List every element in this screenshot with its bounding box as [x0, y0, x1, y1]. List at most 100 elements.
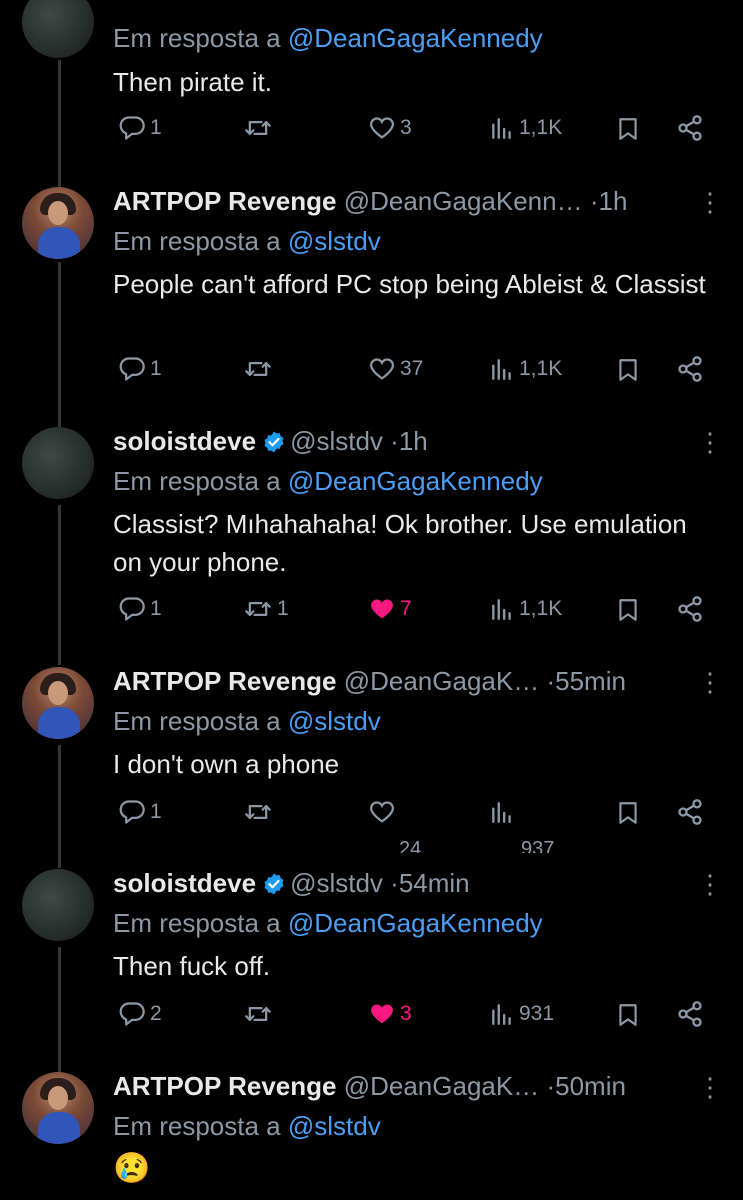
timestamp[interactable]: 1h — [399, 426, 428, 456]
reply-context: Em resposta a @slstdv — [113, 705, 381, 737]
views-icon — [492, 802, 511, 823]
views-button[interactable]: 1,1K — [489, 114, 562, 142]
repost-count: 1 — [277, 597, 289, 620]
user-handle[interactable]: @DeanGagaK… — [344, 1071, 540, 1101]
more-options-icon[interactable]: ⋮ — [697, 869, 723, 899]
tweet-header: ARTPOP Revenge @DeanGagaK… ·50min — [113, 1070, 626, 1102]
repost-button[interactable]: 1 — [243, 595, 289, 623]
more-options-icon[interactable]: ⋮ — [697, 427, 723, 457]
repost-icon — [245, 121, 271, 135]
user-handle[interactable]: @DeanGagaK… — [344, 666, 540, 696]
more-options-icon[interactable]: ⋮ — [697, 667, 723, 697]
reply-prefix: Em resposta a — [113, 1111, 281, 1141]
avatar[interactable] — [22, 869, 94, 941]
reply-count: 2 — [150, 1002, 162, 1025]
more-options-icon[interactable]: ⋮ — [697, 187, 723, 217]
reply-prefix: Em resposta a — [113, 466, 281, 496]
view-count: 1,1K — [519, 116, 563, 139]
reply-mention-link[interactable]: @slstdv — [288, 1111, 381, 1141]
like-count: 3 — [400, 116, 412, 139]
reply-prefix: Em resposta a — [113, 226, 281, 256]
bookmark-button[interactable] — [615, 114, 641, 144]
view-count: 931 — [519, 1002, 555, 1025]
share-icon — [678, 356, 702, 382]
bookmark-button[interactable] — [615, 355, 641, 385]
display-name[interactable]: soloistdeve — [113, 868, 256, 898]
share-button[interactable] — [676, 798, 704, 826]
reply-context: Em resposta a @DeanGagaKennedy — [113, 22, 543, 54]
tweet-text: Classist? Mıhahahaha! Ok brother. Use em… — [113, 509, 687, 577]
display-name[interactable]: ARTPOP Revenge — [113, 1071, 336, 1101]
more-options-icon[interactable]: ⋮ — [697, 1072, 723, 1102]
display-name[interactable]: ARTPOP Revenge — [113, 186, 336, 216]
share-button[interactable] — [676, 114, 704, 142]
separator-dot: · — [589, 186, 599, 216]
display-name[interactable]: soloistdeve — [113, 426, 256, 456]
heart-filled-icon — [371, 599, 393, 619]
reply-button[interactable]: 1 — [118, 114, 162, 142]
like-button[interactable]: 3 — [368, 114, 412, 142]
bookmark-icon — [619, 1004, 637, 1026]
reply-button[interactable]: 1 — [118, 798, 162, 826]
avatar[interactable] — [22, 427, 94, 499]
repost-button[interactable] — [243, 798, 277, 826]
separator-dot: · — [390, 426, 399, 456]
like-button[interactable]: 3 — [368, 1000, 412, 1028]
timestamp[interactable]: 55min — [555, 666, 626, 696]
reply-mention-link[interactable]: @DeanGagaKennedy — [288, 23, 543, 53]
reply-mention-link[interactable]: @slstdv — [288, 706, 381, 736]
avatar[interactable] — [22, 667, 94, 739]
user-handle[interactable]: @slstdv — [290, 426, 383, 456]
repost-icon — [245, 602, 271, 616]
bookmark-button[interactable] — [615, 798, 641, 828]
like-button[interactable]: 7 — [368, 595, 412, 623]
timestamp[interactable]: 50min — [555, 1071, 626, 1101]
views-icon — [492, 599, 511, 620]
reply-mention-link[interactable]: @DeanGagaKennedy — [288, 466, 543, 496]
reply-count: 1 — [150, 800, 162, 823]
reply-context: Em resposta a @DeanGagaKennedy — [113, 465, 543, 497]
tweet-text: Then pirate it. — [113, 67, 272, 97]
like-count: 3 — [400, 1002, 412, 1025]
like-count: 24 — [399, 841, 422, 853]
bookmark-button[interactable] — [615, 1000, 641, 1030]
reply-prefix: Em resposta a — [113, 908, 281, 938]
like-button[interactable] — [368, 798, 396, 826]
like-count: 37 — [400, 357, 424, 380]
timestamp[interactable]: 54min — [399, 868, 470, 898]
views-button[interactable]: 1,1K — [489, 595, 562, 623]
repost-button[interactable] — [243, 355, 277, 383]
reply-context: Em resposta a @DeanGagaKennedy — [113, 907, 543, 939]
reply-button[interactable]: 1 — [118, 595, 162, 623]
reply-mention-link[interactable]: @DeanGagaKennedy — [288, 908, 543, 938]
views-button[interactable]: 1,1K — [489, 355, 562, 383]
repost-button[interactable] — [243, 1000, 277, 1028]
verified-badge-icon — [264, 431, 284, 453]
bookmark-button[interactable] — [615, 595, 641, 625]
thread-line — [58, 505, 61, 665]
display-name[interactable]: ARTPOP Revenge — [113, 666, 336, 696]
reply-icon — [119, 800, 145, 824]
avatar[interactable] — [22, 187, 94, 259]
reply-button[interactable]: 2 — [118, 1000, 162, 1028]
user-handle[interactable]: @DeanGagaKenn… — [344, 186, 583, 216]
separator-dot: · — [546, 1071, 556, 1101]
timestamp[interactable]: 1h — [599, 186, 628, 216]
reply-icon — [119, 1002, 145, 1026]
tweet-header: soloistdeve @slstdv ·54min — [113, 867, 470, 899]
share-button[interactable] — [676, 595, 704, 623]
share-button[interactable] — [676, 1000, 704, 1028]
avatar[interactable] — [22, 0, 94, 58]
like-button[interactable]: 37 — [368, 355, 423, 383]
share-button[interactable] — [676, 355, 704, 383]
avatar[interactable] — [22, 1072, 94, 1144]
reply-mention-link[interactable]: @slstdv — [288, 226, 381, 256]
views-button[interactable]: 931 — [489, 1000, 554, 1028]
share-icon — [678, 115, 702, 141]
views-icon — [492, 1004, 511, 1025]
reply-button[interactable]: 1 — [118, 355, 162, 383]
repost-button[interactable] — [243, 114, 277, 142]
user-handle[interactable]: @slstdv — [290, 868, 383, 898]
views-button[interactable] — [489, 798, 515, 826]
reply-icon — [119, 597, 145, 621]
